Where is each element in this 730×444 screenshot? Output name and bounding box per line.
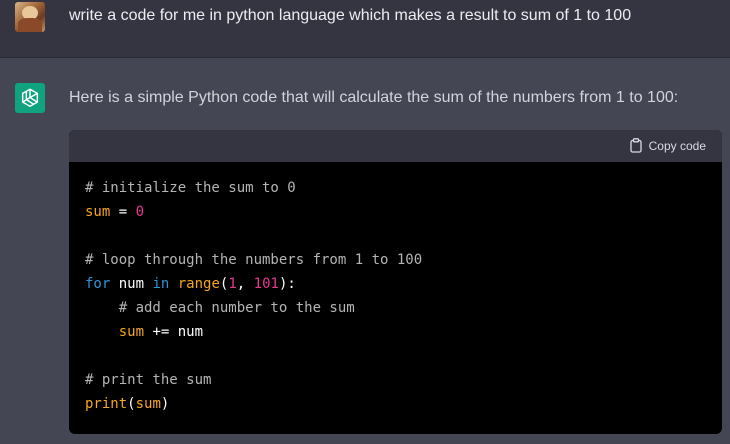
code-token-kw: in bbox=[152, 276, 170, 292]
code-line: sum = 0 bbox=[85, 200, 706, 224]
code-token-comment: # initialize the sum to 0 bbox=[85, 180, 296, 196]
code-token-op: , bbox=[236, 276, 254, 292]
code-token-var: sum bbox=[118, 324, 145, 340]
code-token-comment: # loop through the numbers from 1 to 100 bbox=[85, 252, 423, 268]
copy-code-button[interactable]: Copy code bbox=[629, 138, 706, 153]
code-token-kw: for bbox=[85, 276, 111, 292]
code-token-num: 1 bbox=[228, 276, 237, 292]
code-content: # initialize the sum to 0 sum = 0 # loop t… bbox=[69, 162, 722, 416]
code-token-op: ) bbox=[160, 396, 170, 412]
code-token-op: = bbox=[110, 204, 136, 220]
code-token-op: ( bbox=[127, 396, 136, 412]
code-line: sum += num bbox=[85, 320, 706, 344]
clipboard-icon bbox=[629, 138, 643, 153]
code-token-op bbox=[85, 324, 119, 340]
code-line: # add each number to the sum bbox=[85, 296, 706, 320]
code-token-num: 0 bbox=[135, 204, 145, 220]
user-message-text: write a code for me in python language w… bbox=[69, 7, 632, 24]
code-token-comment: # print the sum bbox=[85, 372, 212, 388]
code-token-op: += num bbox=[144, 324, 204, 340]
code-token-op: ): bbox=[278, 276, 296, 292]
code-token-num: 101 bbox=[253, 276, 279, 292]
code-token-op: num bbox=[110, 276, 153, 292]
code-line: # initialize the sum to 0 bbox=[85, 176, 706, 200]
copy-code-label: Copy code bbox=[648, 138, 706, 153]
user-message-row: write a code for me in python language w… bbox=[0, 0, 730, 58]
code-token-op bbox=[169, 276, 177, 292]
user-avatar bbox=[15, 2, 45, 32]
code-line: print(sum) bbox=[85, 392, 706, 416]
assistant-message-text: Here is a simple Python code that will c… bbox=[69, 89, 679, 106]
assistant-message-row: Here is a simple Python code that will c… bbox=[0, 58, 730, 444]
code-line: # loop through the numbers from 1 to 100 bbox=[85, 248, 706, 272]
code-block-header: Copy code bbox=[69, 130, 722, 162]
code-token-comment: # add each number to the sum bbox=[85, 300, 355, 316]
code-token-fn: range bbox=[177, 276, 220, 292]
code-block: Copy code # initialize the sum to 0 sum =… bbox=[69, 130, 722, 434]
openai-logo-icon bbox=[15, 83, 45, 113]
code-line: for num in range(1, 101): bbox=[85, 272, 706, 296]
code-token-var: sum bbox=[85, 204, 111, 220]
code-token-var: sum bbox=[135, 396, 161, 412]
code-token-fn: print bbox=[85, 396, 128, 412]
code-line: # print the sum bbox=[85, 368, 706, 392]
